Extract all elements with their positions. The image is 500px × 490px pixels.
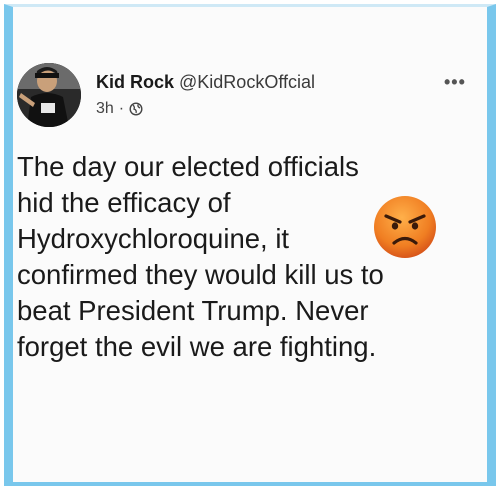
more-options-button[interactable]: •••	[444, 72, 466, 93]
post-line: forget the evil we are fighting.	[17, 331, 377, 362]
post-line: The day our elected officials	[17, 151, 359, 182]
post-line: confirmed they would kill us to	[17, 259, 384, 290]
globe-icon	[129, 102, 143, 116]
avatar[interactable]	[17, 63, 81, 127]
user-handle[interactable]: @KidRockOffcial	[179, 72, 315, 92]
post-time[interactable]: 3h	[96, 100, 114, 118]
angry-face-icon	[372, 194, 438, 260]
display-name[interactable]: Kid Rock	[96, 72, 174, 92]
author-row: Kid Rock @KidRockOffcial	[96, 71, 315, 93]
post-line: beat President Trump. Never	[17, 295, 369, 326]
meta-separator: ·	[118, 100, 125, 117]
post-meta: 3h ·	[96, 100, 143, 118]
